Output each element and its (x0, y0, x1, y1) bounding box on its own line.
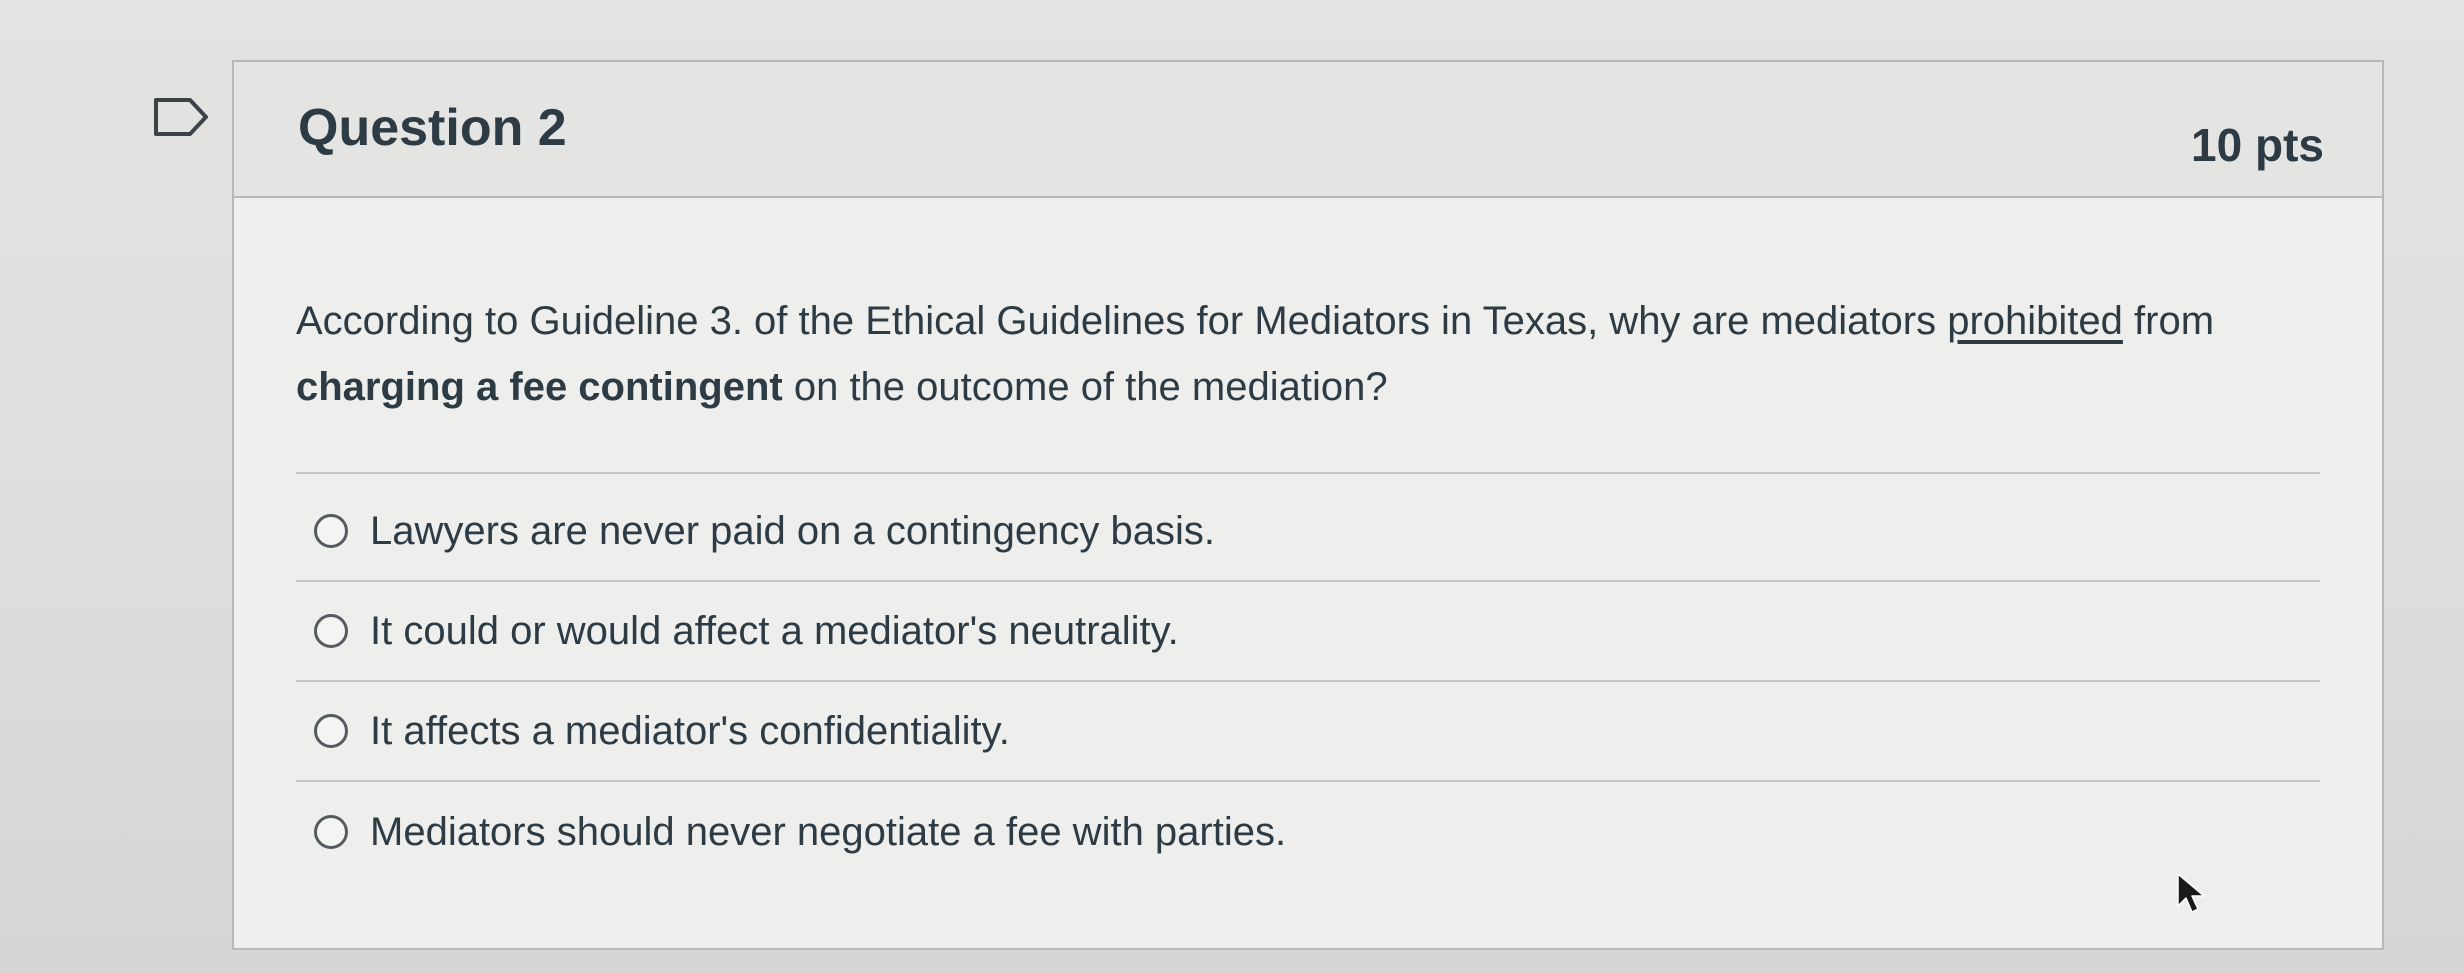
answer-option[interactable]: It affects a mediator's confidentiality. (296, 682, 2320, 782)
answer-label[interactable]: It affects a mediator's confidentiality. (370, 709, 1010, 754)
question-text-part: According to Guideline 3. of the Ethical… (296, 299, 1948, 343)
answer-label[interactable]: It could or would affect a mediator's ne… (370, 609, 1179, 654)
question-text-part: on the outcome of the mediation? (782, 365, 1388, 409)
question-divider (296, 472, 2320, 474)
question-card: Question 2 10 pts According to Guideline… (232, 60, 2384, 950)
quiz-page: Question 2 10 pts According to Guideline… (0, 0, 2464, 973)
question-text: According to Guideline 3. of the Ethical… (296, 288, 2316, 420)
answer-label[interactable]: Mediators should never negotiate a fee w… (370, 810, 1286, 855)
radio-button[interactable] (314, 714, 348, 748)
answer-label[interactable]: Lawyers are never paid on a contingency … (370, 509, 1215, 554)
answer-option[interactable]: It could or would affect a mediator's ne… (296, 582, 2320, 682)
flag-question-icon[interactable] (152, 94, 210, 140)
question-text-underlined: prohibited (1947, 299, 2123, 343)
question-text-bold: charging a fee contingent (296, 365, 783, 409)
radio-button[interactable] (314, 514, 348, 548)
radio-button[interactable] (314, 614, 348, 648)
question-title: Question 2 (298, 99, 567, 157)
question-points: 10 pts (2191, 119, 2324, 171)
answer-option[interactable]: Lawyers are never paid on a contingency … (296, 482, 2320, 582)
mouse-cursor-icon (2177, 873, 2205, 913)
question-text-part: from (2122, 299, 2215, 343)
radio-button[interactable] (314, 815, 348, 849)
question-header: Question 2 10 pts (234, 62, 2382, 198)
answer-option[interactable]: Mediators should never negotiate a fee w… (296, 782, 2320, 882)
answer-list: Lawyers are never paid on a contingency … (296, 482, 2320, 882)
